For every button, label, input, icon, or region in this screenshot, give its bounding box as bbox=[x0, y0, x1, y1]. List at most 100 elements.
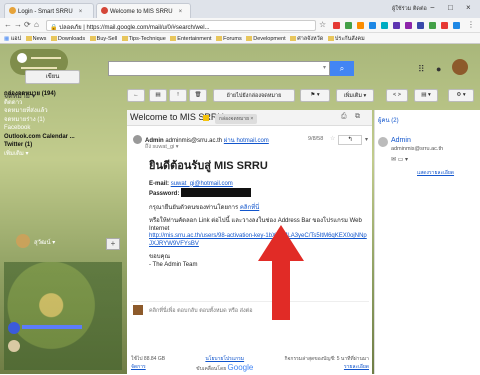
more-button[interactable]: เพิ่มเติม ▾ bbox=[336, 89, 374, 102]
extension-icon[interactable] bbox=[345, 22, 352, 29]
more-actions-icon[interactable]: ▾ bbox=[365, 136, 368, 143]
extension-icon[interactable] bbox=[369, 22, 376, 29]
url-input[interactable]: 🔒 ปลอดภัย | https://mail.google.com/mail… bbox=[46, 20, 316, 31]
folder-outlook-calendar[interactable]: Outlook.com Calendar ... bbox=[4, 133, 124, 142]
extension-icon[interactable] bbox=[405, 22, 412, 29]
recipient-line[interactable]: ถึง suwat_gi ▾ bbox=[145, 143, 179, 151]
red-arrow-annotation bbox=[258, 225, 304, 320]
importance-marker-icon[interactable] bbox=[203, 115, 209, 121]
bookmark-social-security[interactable]: ประกันสังคม bbox=[327, 35, 365, 43]
move-to-inbox-button[interactable]: ย้ายไปยังกล่องจดหมาย bbox=[213, 89, 295, 102]
contact-name[interactable]: Admin bbox=[391, 137, 411, 144]
manage-storage-link[interactable]: จัดการ bbox=[131, 363, 165, 371]
email-link[interactable]: suwat_gi@hotmail.com bbox=[171, 181, 233, 187]
bookmark-court[interactable]: ศาลจังหวัด bbox=[290, 35, 323, 43]
folder-facebook[interactable]: Facebook bbox=[4, 124, 124, 133]
menu-icon[interactable]: ⋮ bbox=[467, 20, 475, 29]
folder-inbox[interactable]: กล่องจดหมาย (194) bbox=[4, 90, 124, 99]
bookmark-downloads[interactable]: Downloads bbox=[50, 36, 85, 42]
chat-contact-avatar[interactable] bbox=[8, 322, 20, 334]
folder-starred[interactable]: ติดดาว bbox=[4, 99, 124, 108]
search-input[interactable]: ▾ bbox=[108, 61, 330, 76]
welcome-heading: ยินดีต้อนรับสู่ MIS SRRU bbox=[149, 160, 268, 172]
bookmark-tips[interactable]: Tips-Technique bbox=[121, 36, 166, 42]
extension-icon[interactable] bbox=[429, 22, 436, 29]
minimize-button[interactable]: − bbox=[430, 3, 435, 12]
back-icon[interactable]: ← bbox=[4, 20, 12, 29]
account-avatar[interactable] bbox=[452, 59, 468, 75]
folder-icon bbox=[216, 36, 223, 41]
bookmark-entertainment[interactable]: Entertainment bbox=[170, 36, 212, 42]
extension-icon[interactable] bbox=[453, 22, 460, 29]
delete-button[interactable]: 🗑 bbox=[189, 89, 207, 102]
apps-grid-icon[interactable]: ⠿ bbox=[418, 64, 425, 75]
search-options-icon[interactable]: ▾ bbox=[323, 64, 326, 71]
extension-icon[interactable] bbox=[333, 22, 340, 29]
folder-sent[interactable]: จดหมายที่ส่งแล้ว bbox=[4, 107, 124, 116]
bookmark-buy-sell[interactable]: Buy-Sell bbox=[89, 36, 117, 42]
new-hangout-button[interactable]: + bbox=[106, 238, 120, 250]
contact-email: adminmis@srru.ac.th bbox=[391, 146, 444, 152]
chat-contact-name[interactable] bbox=[22, 325, 82, 329]
bookmark-news[interactable]: News bbox=[25, 36, 46, 42]
settings-button[interactable]: ⚙ ▾ bbox=[448, 89, 474, 102]
reply-button[interactable]: ↰ bbox=[338, 135, 362, 145]
tab-welcome[interactable]: Welcome to MIS SRRU × bbox=[96, 3, 191, 18]
close-window-button[interactable]: × bbox=[466, 3, 471, 12]
star-icon[interactable]: ☆ bbox=[319, 20, 326, 29]
forward-icon[interactable]: → bbox=[14, 20, 22, 29]
pagination-button[interactable]: < > bbox=[386, 89, 408, 102]
folder-twitter[interactable]: Twitter (1) bbox=[4, 141, 124, 150]
contact-avatar bbox=[378, 137, 388, 147]
print-icon[interactable]: ⎙ bbox=[341, 113, 347, 121]
labels-button[interactable]: ⚑ ▾ bbox=[300, 89, 330, 102]
extension-icon[interactable] bbox=[393, 22, 400, 29]
folder-drafts[interactable]: จดหมายร่าง (1) bbox=[4, 116, 124, 125]
back-to-list-button[interactable]: ← bbox=[127, 89, 145, 102]
view-options-button[interactable]: ▤ ▾ bbox=[414, 89, 438, 102]
reload-icon[interactable]: ⟳ bbox=[24, 20, 31, 29]
details-link[interactable]: รายละเอียด bbox=[284, 363, 369, 371]
extension-icon[interactable] bbox=[381, 22, 388, 29]
report-spam-button[interactable]: ! bbox=[169, 89, 187, 102]
logo-script-mark bbox=[30, 57, 61, 60]
notifications-icon[interactable]: ● bbox=[436, 64, 441, 74]
hangouts-avatar[interactable] bbox=[16, 234, 30, 248]
inbox-label-chip[interactable]: กล่องจดหมาย × bbox=[215, 114, 258, 124]
logo-script-mark bbox=[21, 67, 57, 69]
tab-login[interactable]: Login - Smart SRRU × bbox=[4, 3, 94, 18]
archive-button[interactable]: ▤ bbox=[149, 89, 167, 102]
confirm-link[interactable]: คลิกที่นี่ bbox=[240, 205, 259, 211]
program-policies-link[interactable]: นโยบายโปรแกรม bbox=[196, 355, 253, 363]
compose-button[interactable]: เขียน bbox=[25, 70, 80, 84]
new-window-icon[interactable]: ⧉ bbox=[355, 113, 360, 121]
show-details-link[interactable]: แสดงรายละเอียด bbox=[417, 169, 454, 177]
folder-more[interactable]: เพิ่มเติม ▾ bbox=[4, 150, 124, 159]
reply-prompt[interactable]: คลิกที่นี่เพื่อ ตอบกลับ ตอบทั้งหมด หรือ … bbox=[131, 301, 369, 319]
google-logo: Google bbox=[227, 363, 254, 372]
reply-icon: ↰ bbox=[347, 137, 353, 143]
extension-icon[interactable] bbox=[357, 22, 364, 29]
extension-icon[interactable] bbox=[441, 22, 448, 29]
people-count[interactable]: ผู้คน (2) bbox=[378, 115, 399, 125]
folder-list: กล่องจดหมาย (194) ติดดาว จดหมายที่ส่งแล้… bbox=[4, 90, 124, 158]
folder-icon bbox=[327, 36, 334, 41]
tab-close-icon[interactable]: × bbox=[179, 9, 183, 15]
maximize-button[interactable]: □ bbox=[448, 3, 453, 12]
home-icon[interactable]: ⌂ bbox=[34, 20, 39, 29]
tab-close-icon[interactable]: × bbox=[79, 9, 83, 15]
contact-actions-icon[interactable]: ✉ ▭ ▾ bbox=[391, 156, 408, 163]
chat-contact-avatar[interactable] bbox=[8, 340, 20, 352]
bookmark-forums[interactable]: Forums bbox=[216, 36, 242, 42]
gmail-favicon-icon bbox=[101, 7, 108, 14]
bookmark-development[interactable]: Development bbox=[246, 36, 286, 42]
star-icon[interactable]: ☆ bbox=[330, 135, 335, 142]
profile-name[interactable]: ผู้ใช้ร่วม ติดต่อ bbox=[392, 5, 427, 13]
folder-icon bbox=[121, 36, 128, 41]
bookmark-apps[interactable]: ▦ แอป bbox=[4, 35, 21, 43]
search-button[interactable]: ⌕ bbox=[330, 61, 354, 76]
folder-icon bbox=[290, 36, 297, 41]
confirm-line: กรุณายืนยันตัวตนของท่านโดยการ คลิกที่นี่ bbox=[149, 204, 260, 211]
extension-icon[interactable] bbox=[417, 22, 424, 29]
via-link[interactable]: ผ่าน hotmail.com bbox=[224, 138, 269, 144]
